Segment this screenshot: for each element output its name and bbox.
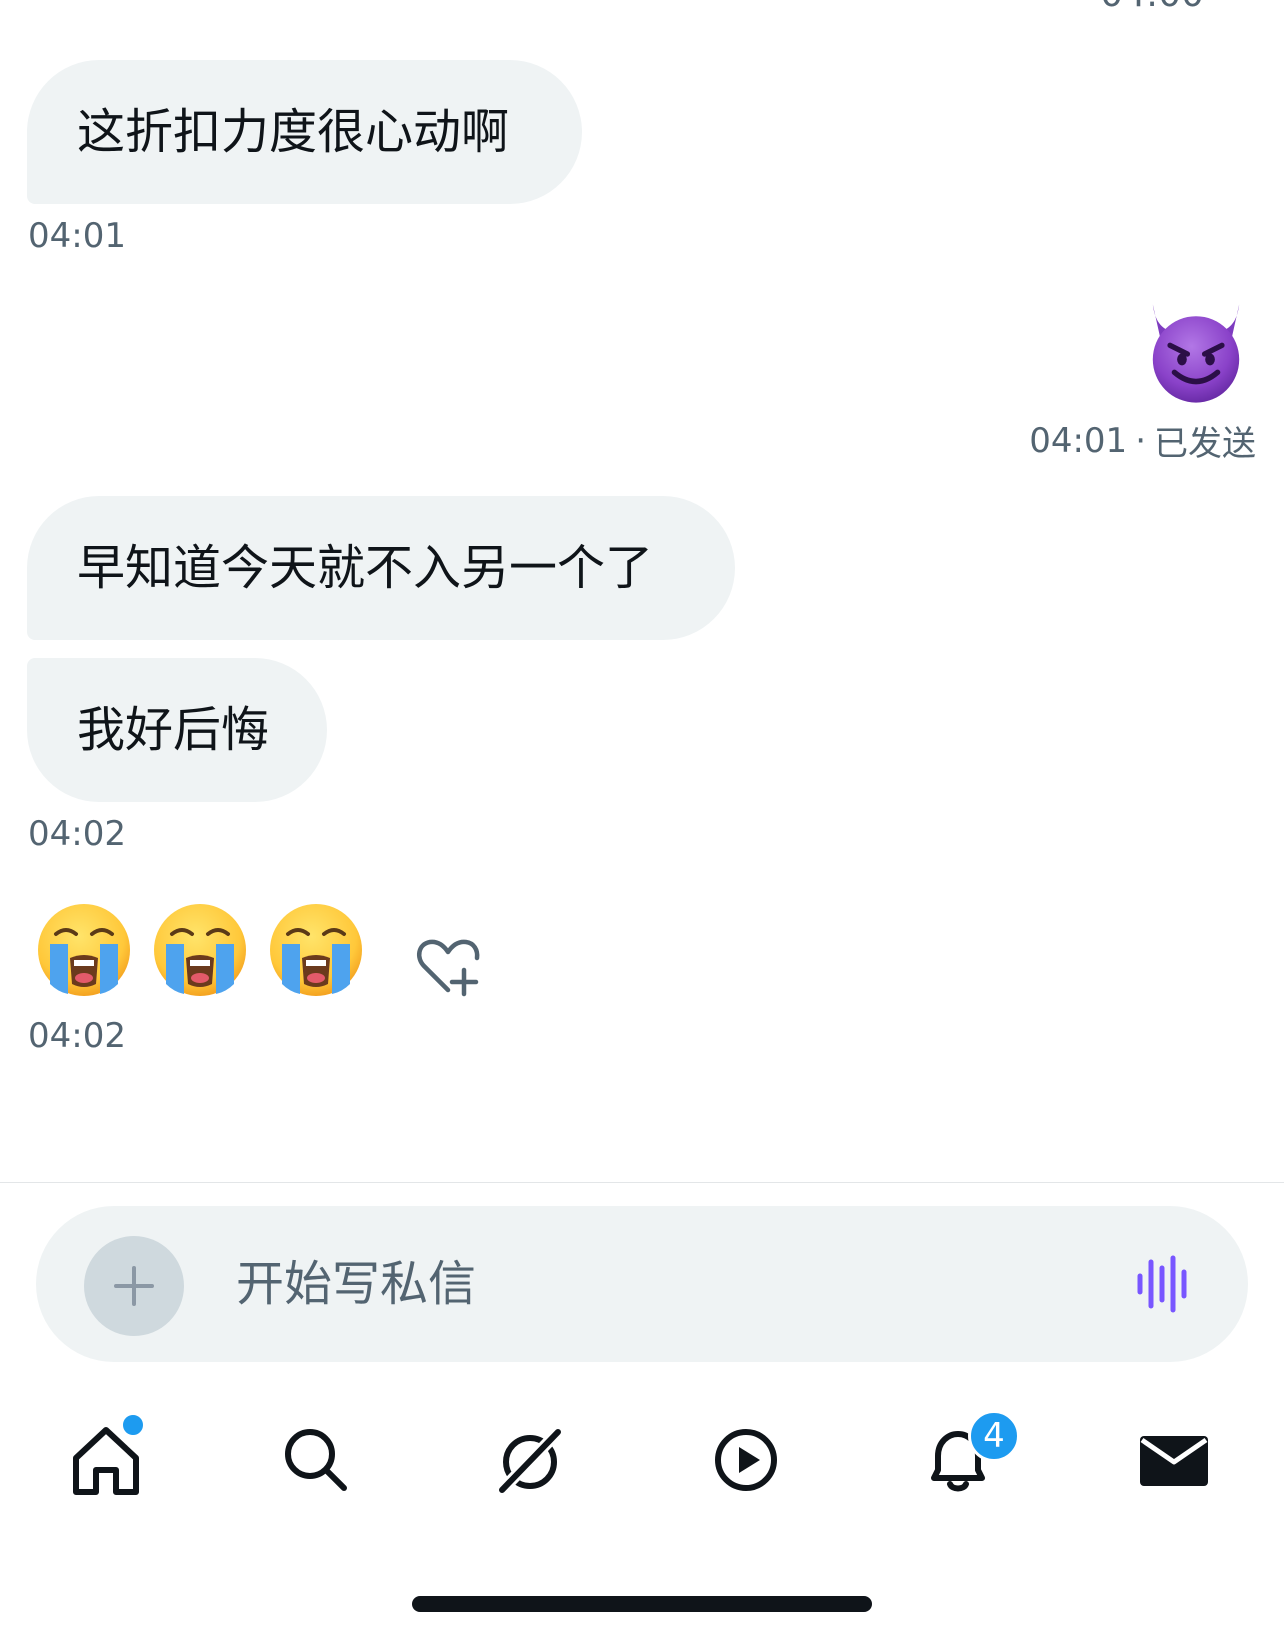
voice-waveform-icon[interactable] — [1134, 1254, 1194, 1314]
loudly-crying-face-icon[interactable] — [150, 900, 250, 1000]
message-bubble-received[interactable]: 这折扣力度很心动啊 — [27, 60, 582, 204]
status-separator: · — [1135, 420, 1146, 461]
message-bubble-received[interactable]: 早知道今天就不入另一个了 — [27, 496, 735, 640]
previous-timestamp: 04:00 — [1100, 0, 1204, 15]
message-input[interactable] — [236, 1252, 1036, 1316]
sent-status: 04:01 · 已发送 — [1029, 416, 1256, 465]
message-timestamp: 04:01 — [28, 216, 126, 256]
message-bubble-received[interactable]: 我好后悔 — [27, 658, 327, 802]
add-media-button[interactable] — [84, 1236, 184, 1336]
composer-divider — [0, 1182, 1284, 1183]
home-notification-dot — [120, 1412, 146, 1438]
message-timestamp: 04:02 — [28, 814, 126, 854]
message-timestamp: 04:02 — [28, 1016, 126, 1056]
loudly-crying-face-icon[interactable] — [34, 900, 134, 1000]
mail-icon[interactable] — [1134, 1420, 1214, 1500]
plus-icon — [114, 1266, 154, 1306]
add-reaction-icon[interactable] — [414, 932, 482, 1000]
loudly-crying-face-icon[interactable] — [266, 900, 366, 1000]
search-icon[interactable] — [276, 1420, 356, 1500]
grok-icon[interactable] — [490, 1420, 570, 1500]
notification-count-badge: 4 — [968, 1410, 1020, 1462]
play-icon[interactable] — [706, 1420, 786, 1500]
message-timestamp: 04:01 — [1029, 420, 1128, 461]
sent-status-label: 已发送 — [1154, 424, 1256, 464]
home-indicator — [412, 1596, 872, 1612]
smiling-face-with-horns-icon[interactable] — [1142, 300, 1250, 408]
